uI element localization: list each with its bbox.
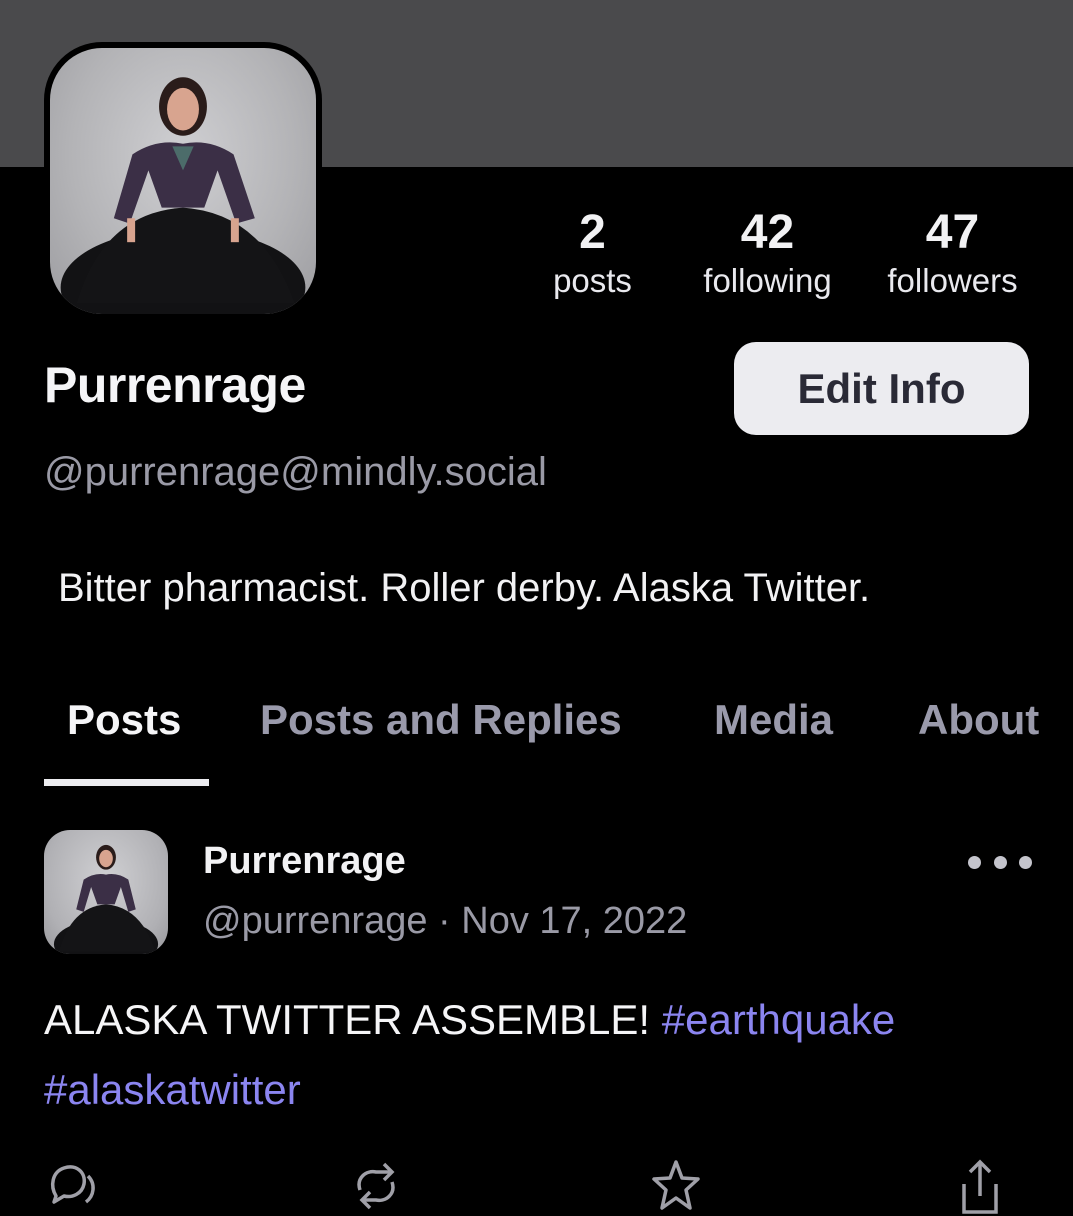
tab-media[interactable]: Media (714, 696, 833, 744)
ellipsis-icon (1019, 855, 1032, 869)
post-author-handle[interactable]: @purrenrage (203, 900, 427, 942)
hashtag-link[interactable]: #earthquake (662, 996, 896, 1043)
post-author-name[interactable]: Purrenrage (203, 840, 406, 883)
stat-posts-value: 2 (579, 206, 606, 259)
stat-followers[interactable]: 47 followers (875, 205, 1030, 301)
profile-avatar-frame (44, 42, 322, 320)
stat-posts[interactable]: 2 posts (530, 205, 655, 301)
favorite-button[interactable] (646, 1156, 706, 1216)
tab-about[interactable]: About (918, 696, 1039, 744)
profile-handle: @purrenrage@mindly.social (44, 450, 547, 494)
edit-info-button[interactable]: Edit Info (734, 342, 1029, 435)
post-actions (0, 1150, 1073, 1214)
ellipsis-icon (993, 855, 1007, 869)
tab-posts[interactable]: Posts (67, 696, 181, 744)
share-icon (962, 1159, 998, 1214)
tab-posts-and-replies[interactable]: Posts and Replies (260, 696, 622, 744)
boost-button[interactable] (346, 1156, 406, 1216)
profile-tabs: Posts Posts and Replies Media About (0, 696, 1073, 791)
post-meta-separator: · (438, 900, 451, 942)
stat-following[interactable]: 42 following (690, 205, 845, 301)
post-author-avatar[interactable] (44, 830, 168, 954)
profile-photo-icon (60, 77, 306, 314)
post-text: ALASKA TWITTER ASSEMBLE! (44, 996, 651, 1043)
profile-bio: Bitter pharmacist. Roller derby. Alaska … (58, 566, 871, 610)
post-avatar-photo-icon (53, 844, 159, 954)
active-tab-indicator (44, 779, 209, 786)
post-date: Nov 17, 2022 (461, 900, 688, 942)
stat-followers-value: 47 (925, 206, 980, 259)
reply-button[interactable] (44, 1156, 104, 1216)
profile-stats: 2 posts 42 following 47 followers (530, 205, 1050, 315)
stat-followers-label: followers (887, 262, 1018, 299)
share-button[interactable] (950, 1156, 1010, 1216)
reply-icon (50, 1165, 95, 1204)
profile-avatar[interactable] (50, 48, 316, 314)
post-content: ALASKA TWITTER ASSEMBLE! #earthquake #al… (44, 985, 1034, 1125)
profile-display-name: Purrenrage (44, 357, 306, 413)
boost-icon (357, 1162, 395, 1210)
favorite-star-icon (652, 1160, 700, 1210)
stat-posts-label: posts (553, 262, 632, 299)
hashtag-link[interactable]: #alaskatwitter (44, 1066, 301, 1113)
ellipsis-icon (968, 855, 981, 869)
post-meta: @purrenrage · Nov 17, 2022 (203, 900, 687, 943)
stat-following-value: 42 (740, 206, 795, 259)
post-more-button[interactable] (968, 845, 1032, 879)
stat-following-label: following (703, 262, 832, 299)
